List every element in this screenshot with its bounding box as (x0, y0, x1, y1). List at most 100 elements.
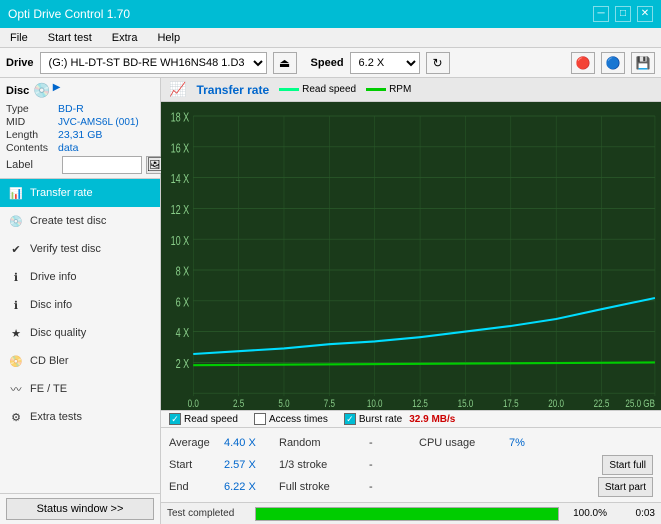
cpu-value: 7% (509, 437, 525, 449)
full-stroke-value: - (369, 481, 419, 493)
read-speed-color (279, 88, 299, 91)
progress-percentage: 100.0% (567, 508, 607, 519)
disc-panel: Disc 💿 ▶ Type BD-R MID JVC-AMS6L (001) L… (0, 78, 160, 179)
window-controls: ─ □ ✕ (593, 6, 653, 22)
legend-check-read-speed[interactable]: ✓ Read speed (169, 413, 238, 425)
nav-drive-info[interactable]: ℹ Drive info (0, 263, 160, 291)
disc-label-input[interactable] (62, 156, 142, 174)
disc-icons: 💿 ▶ (33, 82, 60, 99)
legend-read-speed: Read speed (279, 84, 356, 95)
burst-rate-checkbox[interactable]: ✓ (344, 413, 356, 425)
drive-info-icon: ℹ (8, 269, 24, 285)
disc-info-icon: ℹ (8, 297, 24, 313)
disc-icon2[interactable]: ▶ (53, 82, 61, 99)
start-part-button[interactable]: Start part (598, 477, 653, 497)
end-value: 6.22 X (224, 481, 279, 493)
app-title: Opti Drive Control 1.70 (8, 7, 130, 21)
disc-type-value: BD-R (58, 103, 84, 115)
drive-select[interactable]: (G:) HL-DT-ST BD-RE WH16NS48 1.D3 (40, 52, 267, 74)
svg-text:22.5: 22.5 (594, 398, 610, 410)
menu-bar: File Start test Extra Help (0, 28, 661, 48)
status-window-section: Status window >> (0, 493, 160, 524)
read-speed-legend-label: Read speed (184, 414, 238, 425)
menu-extra[interactable]: Extra (106, 28, 144, 47)
nav-transfer-rate[interactable]: 📊 Transfer rate (0, 179, 160, 207)
disc-contents-row: Contents data (6, 142, 154, 154)
main-content: Disc 💿 ▶ Type BD-R MID JVC-AMS6L (001) L… (0, 78, 661, 524)
right-content: 📈 Transfer rate Read speed RPM (161, 78, 661, 524)
maximize-button[interactable]: □ (615, 6, 631, 22)
stats-area: Average 4.40 X Random - CPU usage 7% Sta… (161, 428, 661, 502)
burst-rate-value: 32.9 MB/s (409, 414, 455, 425)
chart-icon: 📈 (169, 81, 186, 98)
progress-area: Test completed 100.0% 0:03 (161, 502, 661, 524)
full-stroke-label: Full stroke (279, 481, 369, 493)
burst-rate-legend-label: Burst rate (359, 414, 402, 425)
average-label: Average (169, 437, 224, 449)
nav-extra-tests-label: Extra tests (30, 411, 82, 423)
svg-text:4 X: 4 X (176, 327, 190, 341)
transfer-rate-icon: 📊 (8, 185, 24, 201)
nav-create-test-disc[interactable]: 💿 Create test disc (0, 207, 160, 235)
stroke-label: 1/3 stroke (279, 459, 369, 471)
svg-text:10.0: 10.0 (367, 398, 383, 410)
random-label: Random (279, 437, 369, 449)
legend-check-burst-rate[interactable]: ✓ Burst rate 32.9 MB/s (344, 413, 456, 425)
nav-list: 📊 Transfer rate 💿 Create test disc ✔ Ver… (0, 179, 160, 493)
toolbar-btn-1[interactable]: 🔴 (571, 52, 595, 74)
nav-extra-tests[interactable]: ⚙ Extra tests (0, 403, 160, 431)
extra-tests-icon: ⚙ (8, 409, 24, 425)
disc-length-value: 23,31 GB (58, 129, 102, 141)
speed-select[interactable]: 6.2 X (350, 52, 420, 74)
progress-time: 0:03 (615, 508, 655, 519)
disc-label-label: Label (6, 159, 58, 171)
nav-verify-test-disc-label: Verify test disc (30, 243, 101, 255)
svg-text:7.5: 7.5 (324, 398, 336, 410)
disc-mid-value: JVC-AMS6L (001) (58, 117, 139, 128)
nav-cd-bler-label: CD Bler (30, 355, 69, 367)
nav-fe-te[interactable]: 〰 FE / TE (0, 375, 160, 403)
chart-legends-row: ✓ Read speed Access times ✓ Burst rate 3… (161, 410, 661, 428)
svg-text:6 X: 6 X (176, 296, 190, 310)
disc-type-row: Type BD-R (6, 103, 154, 115)
svg-text:8 X: 8 X (176, 265, 190, 279)
drive-toolbar: Drive (G:) HL-DT-ST BD-RE WH16NS48 1.D3 … (0, 48, 661, 78)
nav-disc-info[interactable]: ℹ Disc info (0, 291, 160, 319)
nav-cd-bler[interactable]: 📀 CD Bler (0, 347, 160, 375)
legend-check-access-times[interactable]: Access times (254, 413, 328, 425)
nav-create-test-disc-label: Create test disc (30, 215, 106, 227)
save-button[interactable]: 💾 (631, 52, 655, 74)
svg-text:2.5: 2.5 (233, 398, 245, 410)
svg-text:10 X: 10 X (171, 234, 190, 248)
eject-button[interactable]: ⏏ (273, 52, 297, 74)
chart-area: 18 X 16 X 14 X 12 X 10 X 8 X 6 X 4 X 2 X… (161, 102, 661, 410)
chart-title: Transfer rate (196, 83, 269, 97)
nav-disc-quality[interactable]: ★ Disc quality (0, 319, 160, 347)
end-row: End 6.22 X Full stroke - Start part (169, 476, 653, 498)
status-window-button[interactable]: Status window >> (6, 498, 154, 520)
disc-header-label: Disc (6, 85, 29, 97)
disc-contents-label: Contents (6, 142, 58, 154)
minimize-button[interactable]: ─ (593, 6, 609, 22)
chart-header: 📈 Transfer rate Read speed RPM (161, 78, 661, 102)
toolbar-btn-2[interactable]: 🔵 (601, 52, 625, 74)
start-label: Start (169, 459, 224, 471)
nav-disc-info-label: Disc info (30, 299, 72, 311)
nav-verify-test-disc[interactable]: ✔ Verify test disc (0, 235, 160, 263)
nav-fe-te-label: FE / TE (30, 383, 67, 395)
legend-rpm-label: RPM (389, 84, 411, 95)
read-speed-checkbox[interactable]: ✓ (169, 413, 181, 425)
close-button[interactable]: ✕ (637, 6, 653, 22)
disc-length-row: Length 23,31 GB (6, 129, 154, 141)
rpm-color (366, 88, 386, 91)
svg-text:5.0: 5.0 (278, 398, 290, 410)
start-value: 2.57 X (224, 459, 279, 471)
disc-length-label: Length (6, 129, 58, 141)
refresh-button[interactable]: ↻ (426, 52, 450, 74)
menu-start-test[interactable]: Start test (42, 28, 98, 47)
disc-quality-icon: ★ (8, 325, 24, 341)
access-times-checkbox[interactable] (254, 413, 266, 425)
start-full-button[interactable]: Start full (602, 455, 653, 475)
menu-help[interactable]: Help (151, 28, 186, 47)
menu-file[interactable]: File (4, 28, 34, 47)
